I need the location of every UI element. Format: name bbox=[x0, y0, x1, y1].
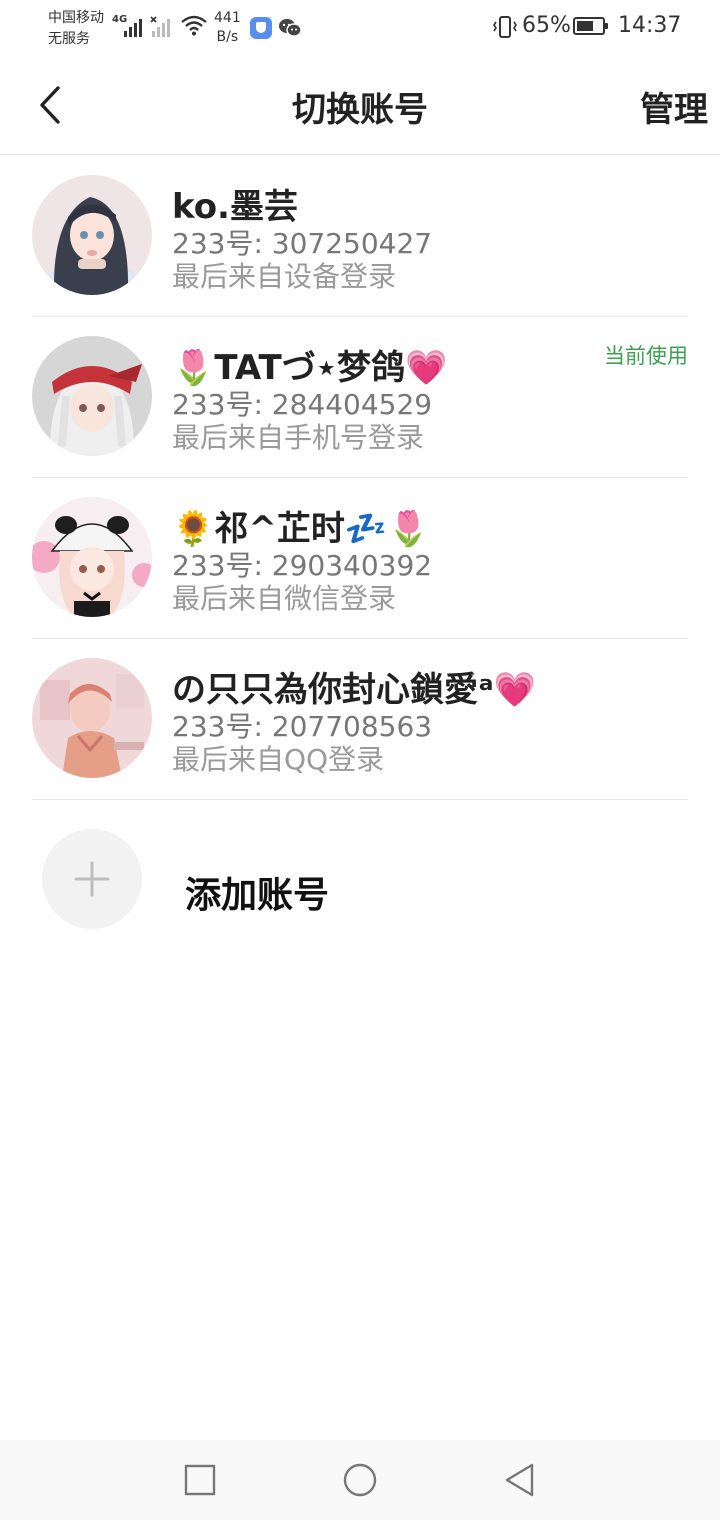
avatar bbox=[32, 497, 152, 617]
back-triangle-icon[interactable] bbox=[502, 1462, 538, 1498]
home-circle-icon[interactable] bbox=[342, 1462, 378, 1498]
vibrate-icon bbox=[492, 16, 518, 44]
carrier-info: 中国移动 无服务 bbox=[48, 8, 104, 50]
carrier-service-status: 无服务 bbox=[48, 31, 90, 47]
account-login-source: 最后来自微信登录 bbox=[172, 582, 397, 615]
system-nav-bar bbox=[0, 1440, 720, 1520]
page-title: 切换账号 bbox=[292, 90, 428, 130]
plus-icon[interactable] bbox=[42, 829, 142, 929]
network-speed-value: 441 bbox=[214, 10, 241, 26]
account-name: 🌷TATづ⋆梦鸽💗 bbox=[172, 348, 448, 388]
account-item[interactable]: 🌻祁^芷时💤🌷 233号: 290340392 最后来自微信登录 bbox=[32, 477, 688, 639]
add-account-button[interactable]: 添加账号 bbox=[32, 800, 688, 960]
wifi-icon bbox=[180, 14, 208, 40]
account-name: の只只為你封心鎖愛ᵃ💗 bbox=[172, 670, 536, 710]
battery-level-fill bbox=[577, 21, 593, 31]
account-login-source: 最后来自手机号登录 bbox=[172, 421, 425, 454]
wechat-icon bbox=[278, 17, 302, 43]
network-speed: 441 B/s bbox=[214, 9, 241, 47]
status-time: 14:37 bbox=[618, 13, 682, 38]
battery-percent: 65% bbox=[522, 13, 571, 38]
avatar bbox=[32, 336, 152, 456]
account-login-source: 最后来自QQ登录 bbox=[172, 743, 385, 776]
battery-icon bbox=[573, 17, 608, 35]
account-name: 🌻祁^芷时💤🌷 bbox=[172, 509, 430, 549]
add-account-label: 添加账号 bbox=[185, 875, 330, 916]
manage-button[interactable]: 管理 bbox=[640, 82, 708, 131]
app-notification-icon bbox=[250, 17, 272, 39]
app-header: 切换账号 管理 bbox=[0, 56, 720, 155]
avatar bbox=[32, 175, 152, 295]
account-item[interactable]: ko.墨芸 233号: 307250427 最后来自设备登录 bbox=[32, 155, 688, 317]
status-bar: 中国移动 无服务 4G 441 B/s 65% 14:37 bbox=[0, 0, 720, 56]
network-speed-unit: B/s bbox=[216, 29, 239, 45]
avatar bbox=[32, 658, 152, 778]
account-item[interactable]: 🌷TATづ⋆梦鸽💗 当前使用 233号: 284404529 最后来自手机号登录 bbox=[32, 316, 688, 478]
recents-square-icon[interactable] bbox=[182, 1462, 218, 1498]
account-login-source: 最后来自设备登录 bbox=[172, 260, 397, 293]
signal-icon: 4G bbox=[112, 14, 148, 38]
carrier-name: 中国移动 bbox=[48, 10, 104, 26]
account-item[interactable]: の只只為你封心鎖愛ᵃ💗 233号: 207708563 最后来自QQ登录 bbox=[32, 638, 688, 800]
account-name: ko.墨芸 bbox=[172, 187, 298, 227]
current-account-badge: 当前使用 bbox=[604, 344, 688, 368]
